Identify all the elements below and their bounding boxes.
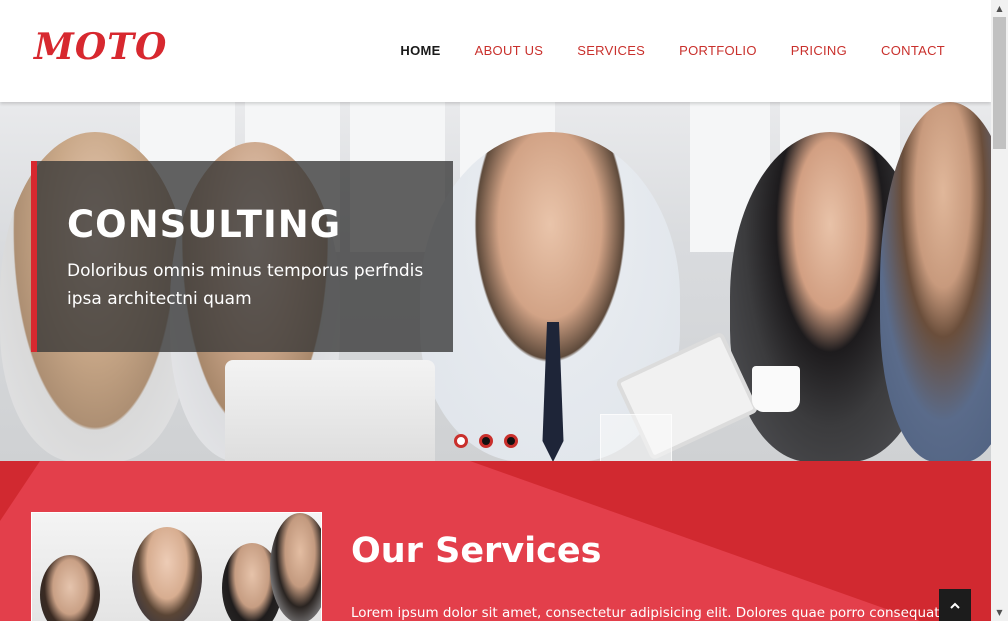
nav-item-portfolio[interactable]: PORTFOLIO: [679, 43, 757, 58]
back-to-top-button[interactable]: [939, 589, 971, 621]
slider-dot-2[interactable]: [479, 434, 493, 448]
slider-dot-3[interactable]: [504, 434, 518, 448]
services-photo-person: [270, 513, 321, 621]
triangle-down-icon: ▼: [996, 608, 1003, 617]
nav-item-services[interactable]: SERVICES: [577, 43, 645, 58]
services-title: Our Services: [351, 531, 602, 571]
nav-item-home[interactable]: HOME: [400, 43, 440, 58]
services-photo-person: [40, 555, 100, 621]
slider-pagination: [454, 434, 518, 448]
chevron-up-icon: [950, 598, 960, 612]
nav-item-pricing[interactable]: PRICING: [791, 43, 847, 58]
scroll-up-button[interactable]: ▲: [991, 0, 1008, 17]
services-image: [31, 512, 322, 621]
scroll-down-button[interactable]: ▼: [991, 604, 1008, 621]
hero-photo-laptop: [225, 360, 435, 461]
hero-subtitle: Doloribus omnis minus temporus perfndis …: [67, 261, 424, 309]
site-header: MOTO HOME ABOUT US SERVICES PORTFOLIO PR…: [0, 0, 991, 102]
nav-item-contact[interactable]: CONTACT: [881, 43, 945, 58]
main-nav: HOME ABOUT US SERVICES PORTFOLIO PRICING…: [366, 43, 945, 58]
services-section: Our Services Lorem ipsum dolor sit amet,…: [0, 461, 991, 621]
services-photo-person: [132, 527, 202, 621]
page-scrollbar[interactable]: ▲ ▼: [991, 0, 1008, 621]
slider-dot-1[interactable]: [454, 434, 468, 448]
hero-title: CONSULTING: [67, 203, 342, 246]
triangle-up-icon: ▲: [996, 4, 1003, 13]
hero-photo-cup: [752, 366, 800, 412]
services-text: Lorem ipsum dolor sit amet, consectetur …: [351, 605, 951, 621]
scrollbar-thumb[interactable]: [993, 17, 1006, 149]
site-logo[interactable]: MOTO: [34, 26, 167, 68]
hero-caption: CONSULTING Doloribus omnis minus temporu…: [31, 161, 453, 352]
hero-photo-glass: [600, 414, 672, 461]
nav-item-about-us[interactable]: ABOUT US: [475, 43, 544, 58]
